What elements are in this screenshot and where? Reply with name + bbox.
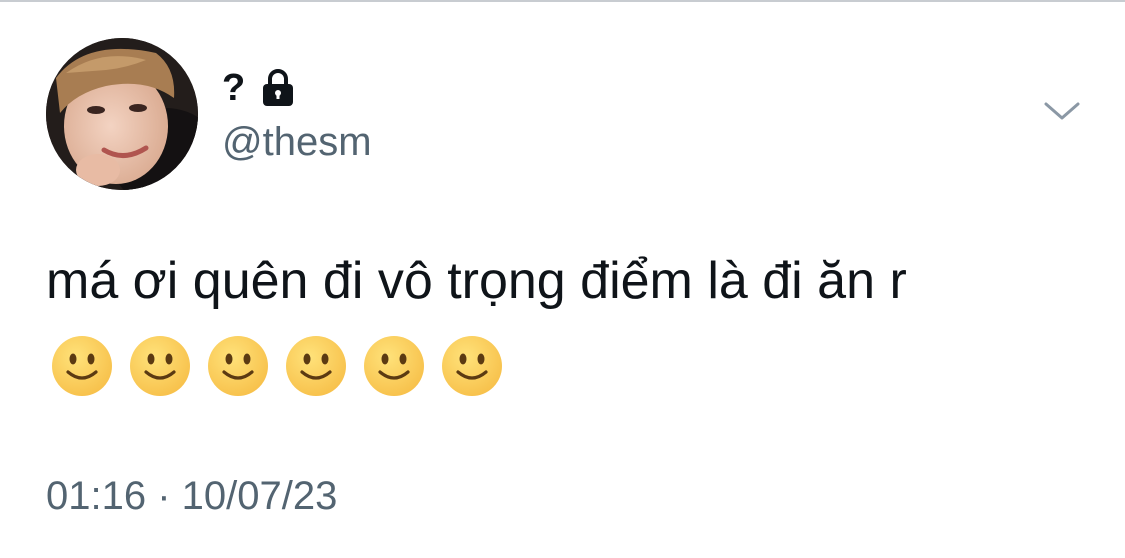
- lock-icon: [259, 68, 297, 108]
- slightly-smiling-face-icon: [52, 336, 112, 396]
- display-name-row[interactable]: ?: [222, 66, 297, 110]
- avatar-photo: [46, 38, 198, 190]
- display-name[interactable]: ?: [222, 66, 245, 110]
- chevron-down-icon[interactable]: [1042, 96, 1082, 126]
- avatar[interactable]: [46, 38, 198, 190]
- top-divider: [0, 0, 1125, 2]
- tweet-text: má ơi quên đi vô trọng điểm là đi ăn r: [46, 252, 907, 310]
- emoji-row: [50, 334, 504, 398]
- tweet-screenshot: ? @thesm má ơi quên đi vô trọng điểm là …: [0, 0, 1125, 558]
- slightly-smiling-face-icon: [364, 336, 424, 396]
- slightly-smiling-face-icon: [208, 336, 268, 396]
- slightly-smiling-face-icon: [442, 336, 502, 396]
- slightly-smiling-face-icon: [130, 336, 190, 396]
- tweet-timestamp[interactable]: 01:16 · 10/07/23: [46, 472, 337, 520]
- slightly-smiling-face-icon: [286, 336, 346, 396]
- user-handle[interactable]: @thesm: [222, 118, 372, 166]
